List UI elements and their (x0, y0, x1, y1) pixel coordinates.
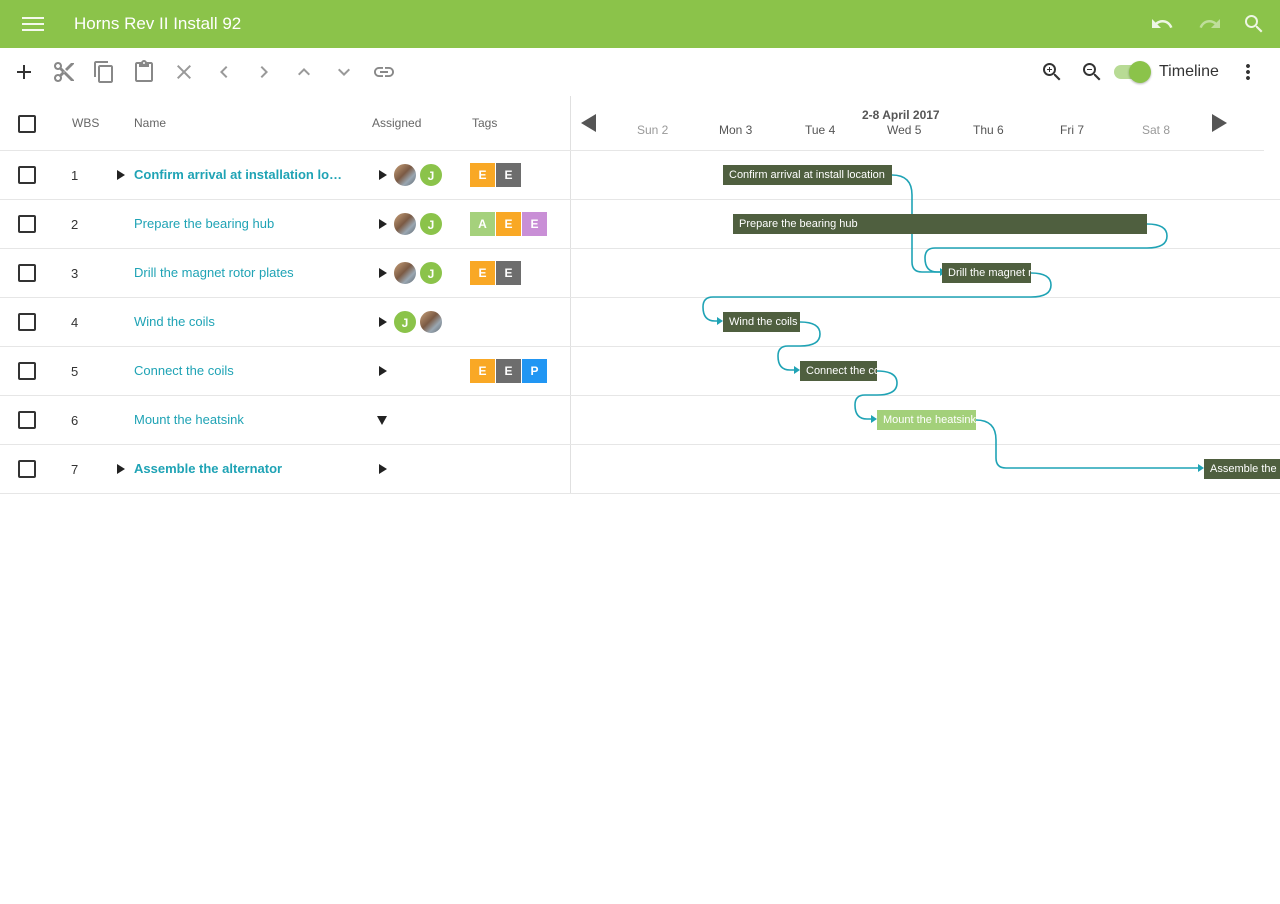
undo-icon[interactable] (1150, 12, 1174, 36)
row-name[interactable]: Assemble the alternator (134, 461, 282, 476)
redo-icon[interactable] (1198, 12, 1222, 36)
avatar[interactable]: J (419, 261, 443, 285)
row-wbs: 7 (71, 462, 79, 477)
avatar-photo[interactable] (419, 310, 443, 334)
column-header-wbs[interactable]: WBS (72, 116, 99, 130)
gantt-task-bar[interactable]: Drill the magnet rotor plates (942, 263, 1031, 283)
expand-row-icon[interactable] (117, 464, 125, 474)
avatar-photo[interactable] (393, 261, 417, 285)
table-row[interactable]: 7 Assemble the alternator (0, 444, 570, 494)
link-icon[interactable] (372, 60, 396, 84)
expand-assigned-icon[interactable] (379, 366, 387, 376)
column-header-assigned[interactable]: Assigned (372, 116, 421, 130)
delete-icon[interactable] (172, 60, 196, 84)
menu-icon[interactable] (22, 14, 44, 34)
cut-icon[interactable] (52, 60, 76, 84)
expand-assigned-icon[interactable] (379, 268, 387, 278)
avatar[interactable]: J (419, 163, 443, 187)
toolbar (0, 48, 1280, 96)
row-name[interactable]: Drill the magnet rotor plates (134, 265, 294, 280)
expand-assigned-icon[interactable] (379, 219, 387, 229)
row-checkbox[interactable] (18, 460, 36, 478)
tag-badge[interactable]: E (522, 212, 547, 236)
row-wbs: 1 (71, 168, 79, 183)
row-name[interactable]: Wind the coils (134, 314, 215, 329)
row-name[interactable]: Mount the heatsink (134, 412, 244, 427)
row-wbs: 2 (71, 217, 79, 232)
row-checkbox[interactable] (18, 166, 36, 184)
zoom-in-icon[interactable] (1040, 60, 1064, 84)
project-title: Horns Rev II Install 92 (74, 14, 242, 33)
avatar-photo[interactable] (393, 212, 417, 236)
tag-badge[interactable]: P (522, 359, 547, 383)
table-row[interactable]: 4 Wind the coils J (0, 297, 570, 347)
row-wbs: 3 (71, 266, 79, 281)
row-name[interactable]: Confirm arrival at installation locati… (134, 167, 348, 182)
table-row[interactable]: 5 Connect the coils E E P (0, 346, 570, 396)
row-checkbox[interactable] (18, 264, 36, 282)
tag-badge[interactable]: E (496, 163, 521, 187)
timeline-toggle[interactable] (1114, 61, 1152, 83)
gantt-task-bar[interactable]: Prepare the bearing hub (733, 214, 1147, 234)
row-wbs: 6 (71, 413, 79, 428)
tag-badge[interactable]: E (496, 359, 521, 383)
row-name[interactable]: Connect the coils (134, 363, 234, 378)
outdent-icon[interactable] (212, 60, 236, 84)
expand-row-icon[interactable] (117, 170, 125, 180)
row-checkbox[interactable] (18, 362, 36, 380)
row-checkbox[interactable] (18, 215, 36, 233)
table-row[interactable]: 6 Mount the heatsink (0, 395, 570, 445)
row-wbs: 5 (71, 364, 79, 379)
column-header-tags[interactable]: Tags (472, 116, 497, 130)
row-checkbox[interactable] (18, 411, 36, 429)
gantt-task-bar[interactable]: Wind the coils (723, 312, 800, 332)
app-bar: Horns Rev II Install 92 (0, 0, 1280, 48)
move-down-icon[interactable] (332, 60, 356, 84)
tag-badge[interactable]: E (496, 261, 521, 285)
avatar-photo[interactable] (393, 163, 417, 187)
gantt-task-bar[interactable]: Mount the heatsink (877, 410, 976, 430)
gantt-task-bar[interactable]: Connect the coils (800, 361, 877, 381)
tag-badge[interactable]: E (470, 261, 495, 285)
move-up-icon[interactable] (292, 60, 316, 84)
dependency-links (702, 174, 1204, 472)
copy-icon[interactable] (92, 60, 116, 84)
gantt-task-bar[interactable]: Assemble the alternator (1204, 459, 1280, 479)
task-grid: WBS Name Assigned Tags 1 Confirm arrival … (0, 96, 571, 494)
avatar[interactable]: J (419, 212, 443, 236)
tag-badge[interactable]: E (470, 163, 495, 187)
select-all-checkbox[interactable] (18, 115, 36, 133)
expand-assigned-icon[interactable] (379, 464, 387, 474)
dependency-link (975, 419, 1198, 469)
table-row[interactable]: 2 Prepare the bearing hub J A E E (0, 199, 570, 249)
table-row[interactable]: 1 Confirm arrival at installation locati…… (0, 150, 570, 200)
add-icon[interactable] (12, 60, 36, 84)
expand-assigned-icon[interactable] (379, 317, 387, 327)
tag-badge[interactable]: E (496, 212, 521, 236)
gantt-task-bar[interactable]: Confirm arrival at install location (723, 165, 892, 185)
row-wbs: 4 (71, 315, 79, 330)
row-checkbox[interactable] (18, 313, 36, 331)
table-row[interactable]: 3 Drill the magnet rotor plates J E E (0, 248, 570, 298)
timeline-panel: 2-8 April 2017 Sun 2 Mon 3 Tue 4 Wed 5 Thu 6… (570, 96, 1280, 494)
search-icon[interactable] (1242, 12, 1266, 36)
timeline-toggle-label: Timeline (1159, 63, 1219, 80)
column-header-name[interactable]: Name (134, 116, 166, 130)
expand-assigned-icon[interactable] (379, 170, 387, 180)
tag-badge[interactable]: A (470, 212, 495, 236)
indent-icon[interactable] (252, 60, 276, 84)
dependency-link (891, 174, 913, 196)
zoom-out-icon[interactable] (1080, 60, 1104, 84)
more-vert-icon[interactable] (1236, 60, 1260, 84)
avatar[interactable]: J (393, 310, 417, 334)
collapse-assigned-icon[interactable] (377, 416, 387, 425)
row-name[interactable]: Prepare the bearing hub (134, 216, 274, 231)
tag-badge[interactable]: E (470, 359, 495, 383)
paste-icon[interactable] (132, 60, 156, 84)
